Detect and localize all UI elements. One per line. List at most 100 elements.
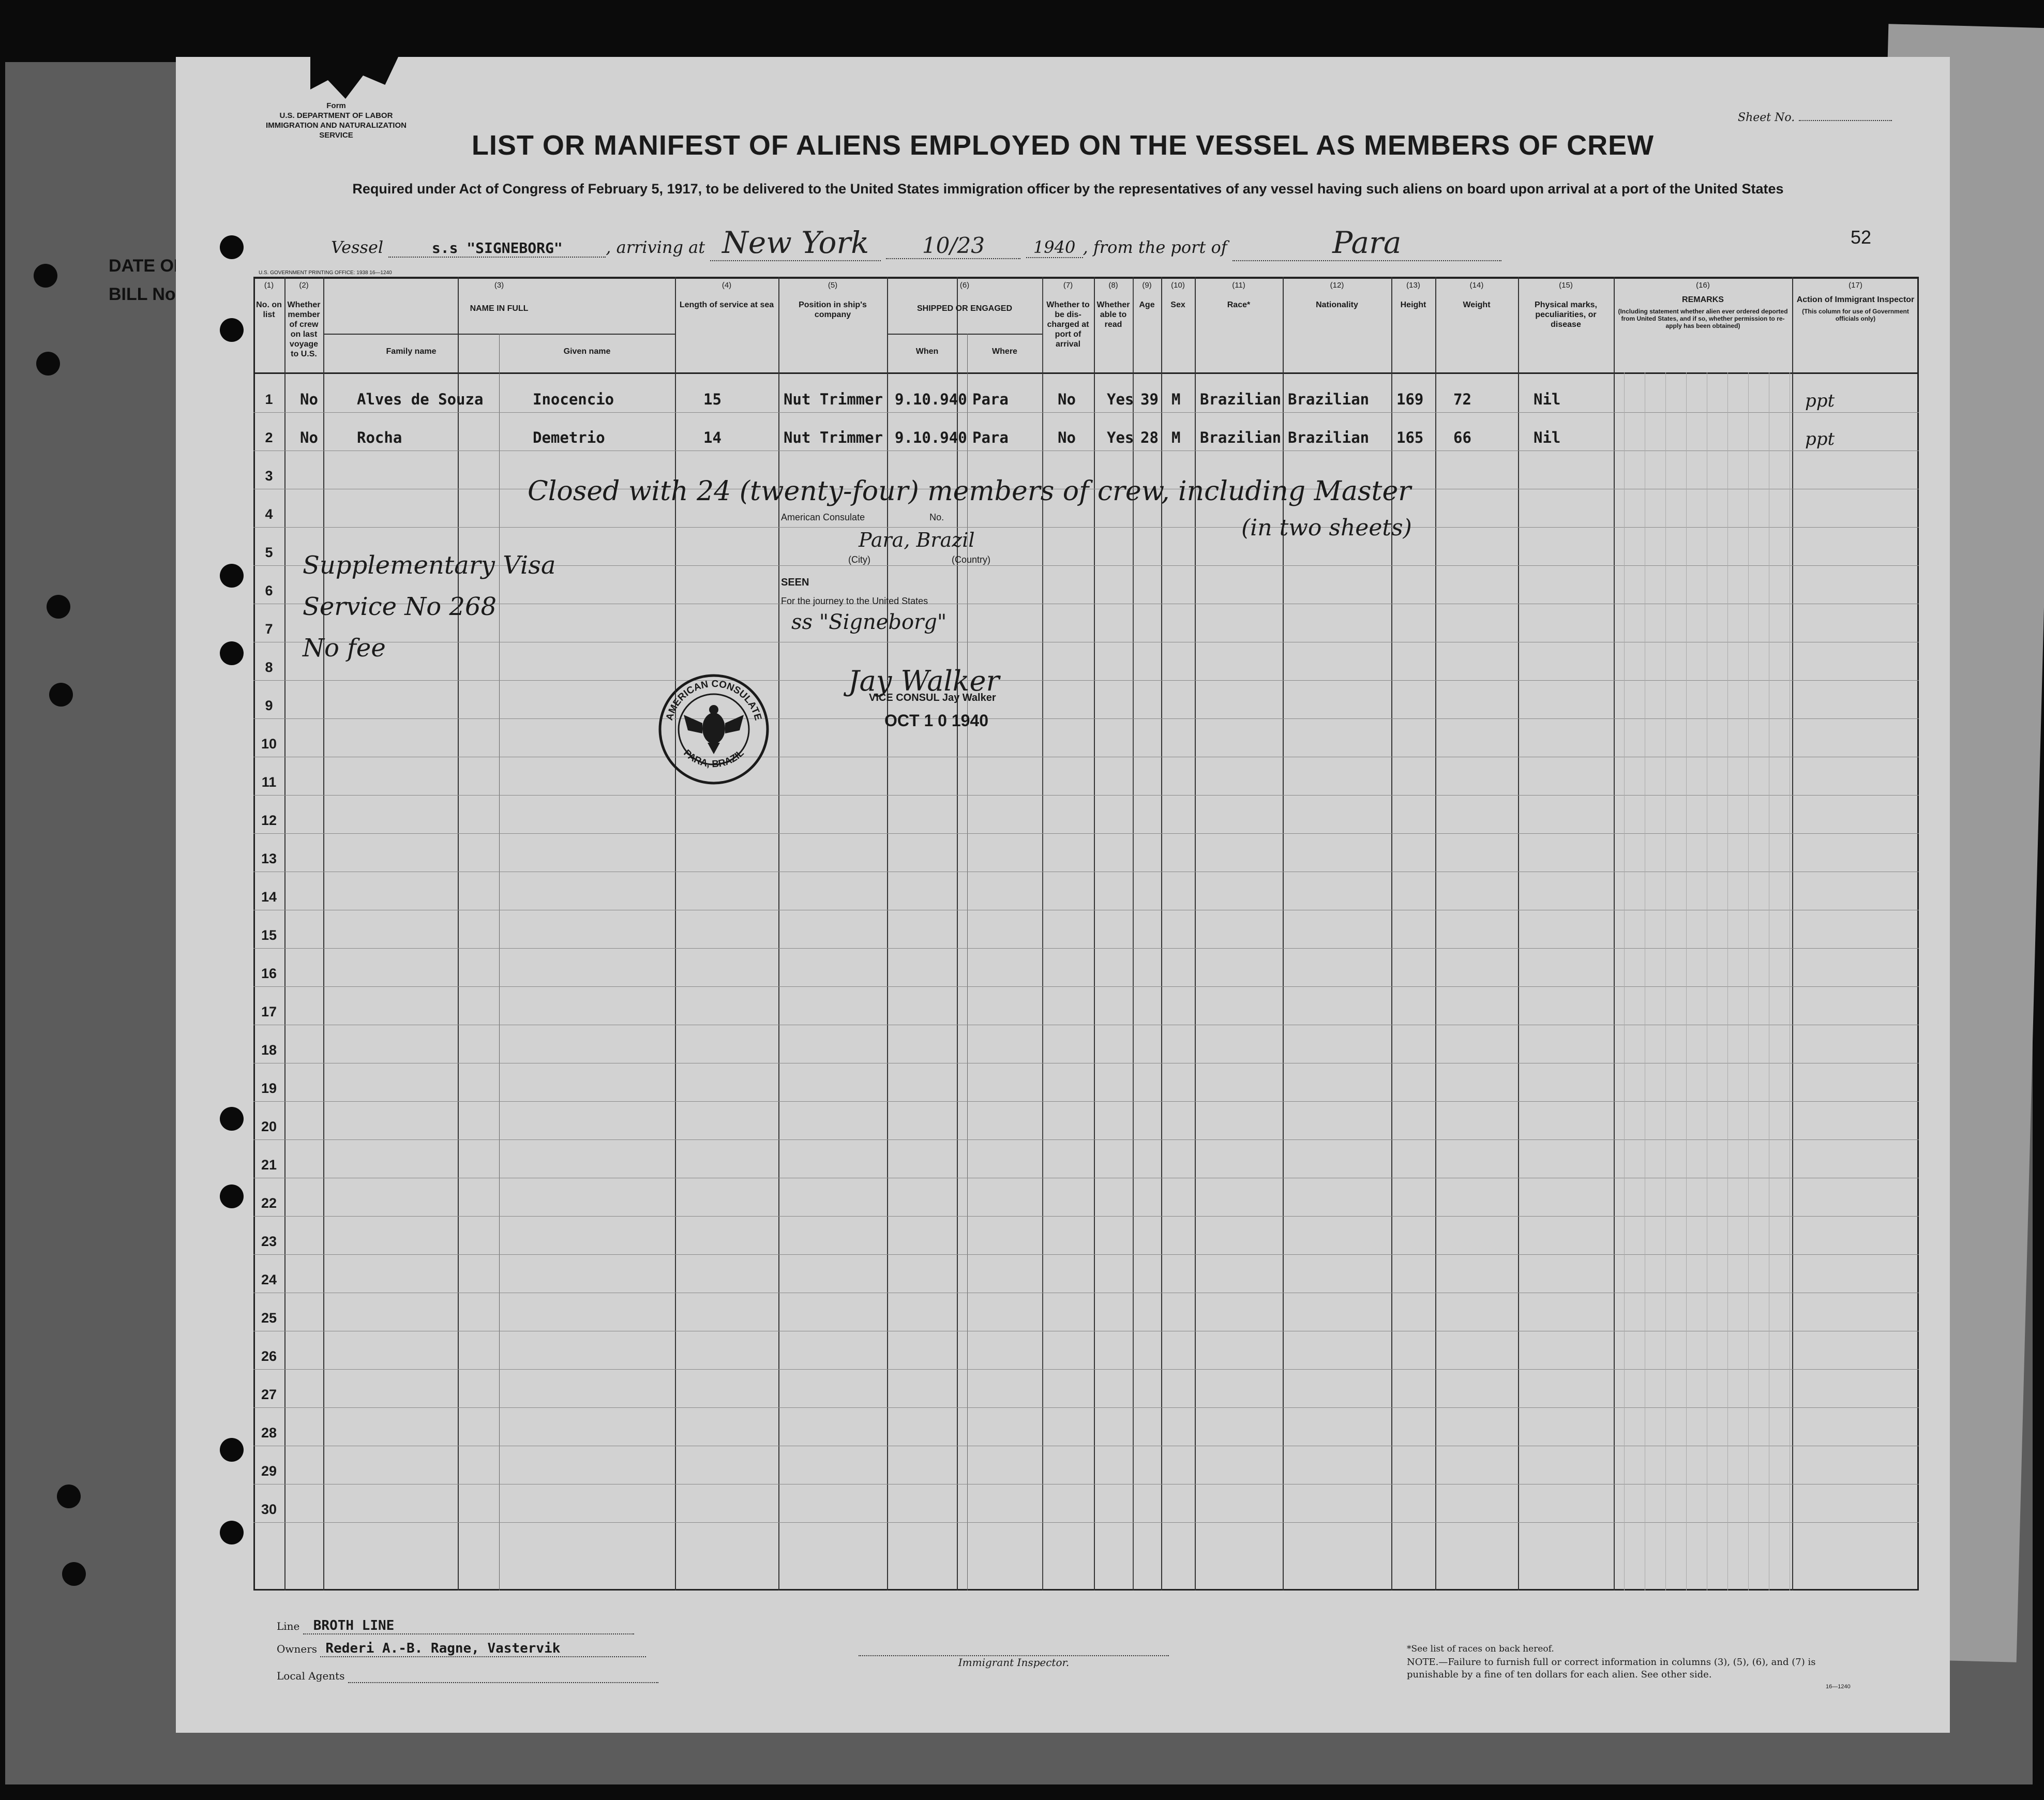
consul-title: VICE CONSUL Jay Walker bbox=[869, 692, 996, 703]
page-number: 52 bbox=[1851, 227, 1872, 248]
cell-given: Demetrio bbox=[533, 429, 605, 446]
crew-table: (1) No. on list (2) Whether member of crew … bbox=[253, 277, 1919, 1591]
page-title: LIST OR MANIFEST OF ALIENS EMPLOYED ON T… bbox=[471, 130, 1655, 161]
cell-marks: Nil bbox=[1534, 391, 1561, 408]
column-header: Whether to be dis-charged at port of arr… bbox=[1046, 301, 1090, 349]
column-number: (12) bbox=[1330, 281, 1344, 290]
consular-stamp-city-label: (City) bbox=[848, 554, 870, 565]
column-number: (14) bbox=[1469, 281, 1484, 290]
cell-discharged: No bbox=[1058, 391, 1076, 408]
cell-service: 15 bbox=[703, 391, 722, 408]
column-header: Physical marks, peculiarities, or diseas… bbox=[1535, 301, 1597, 329]
row-rule bbox=[253, 412, 1919, 413]
row-rule bbox=[253, 1254, 1919, 1255]
cell-family: Rocha bbox=[357, 429, 402, 446]
row-number: 6 bbox=[265, 583, 273, 598]
inspector-signature-line: Immigrant Inspector. bbox=[859, 1655, 1169, 1669]
punch-hole bbox=[220, 235, 244, 259]
table-top-rule bbox=[253, 277, 1919, 279]
column-subheader: When bbox=[915, 347, 939, 356]
cell-height: 165 bbox=[1396, 429, 1424, 446]
row-number: 16 bbox=[261, 966, 277, 981]
column-header: Length of service at sea bbox=[679, 301, 774, 309]
column-rule bbox=[1283, 277, 1284, 1591]
row-rule bbox=[253, 718, 1919, 719]
column-number: (9) bbox=[1142, 281, 1152, 290]
row-number: 24 bbox=[261, 1272, 277, 1287]
row-number: 19 bbox=[261, 1081, 277, 1096]
penalty-note: NOTE.—Failure to furnish full or correct… bbox=[1407, 1657, 1816, 1680]
printing-note: U.S. GOVERNMENT PRINTING OFFICE: 1938 16… bbox=[259, 270, 392, 276]
column-rule bbox=[323, 277, 324, 1591]
row-number: 8 bbox=[265, 659, 273, 675]
column-number: (15) bbox=[1559, 281, 1573, 290]
sheet-number: Sheet No. bbox=[1738, 111, 1892, 124]
column-rule bbox=[887, 277, 888, 1591]
column-rule bbox=[1518, 277, 1519, 1591]
row-rule bbox=[253, 527, 1919, 528]
footer-owners-value: Rederi A.-B. Ragne, Vastervik bbox=[320, 1641, 647, 1657]
column-number: (16) bbox=[1696, 281, 1710, 290]
punch-hole bbox=[220, 1107, 244, 1131]
column-header: Whether member of crew on last voyage to… bbox=[287, 301, 321, 358]
row-number: 27 bbox=[261, 1387, 277, 1402]
visa-note-line3: No fee bbox=[303, 634, 386, 663]
row-number: 14 bbox=[261, 889, 277, 905]
column-rule bbox=[675, 277, 676, 1591]
cell-height: 169 bbox=[1396, 391, 1424, 408]
column-number: (11) bbox=[1232, 281, 1245, 290]
row-number: 9 bbox=[265, 698, 273, 713]
from-port-label: , from the port of bbox=[1083, 237, 1227, 257]
arriving-label: , arriving at bbox=[606, 237, 705, 257]
column-header: No. on list bbox=[256, 301, 282, 319]
vessel-line: Vessel s.s "SIGNEBORG", arriving at New … bbox=[331, 225, 1501, 261]
grid-line bbox=[1748, 372, 1749, 1591]
column-number: (7) bbox=[1063, 281, 1073, 290]
punch-hole bbox=[220, 641, 244, 665]
row-number: 22 bbox=[261, 1195, 277, 1211]
header-bottom-rule bbox=[253, 372, 1919, 374]
closing-note: Closed with 24 (twenty-four) members of … bbox=[528, 476, 1411, 507]
punch-hole bbox=[220, 1184, 244, 1208]
cell-read: Yes bbox=[1107, 429, 1134, 446]
side-stub-date: DATE OF bbox=[109, 256, 185, 276]
column-rule bbox=[778, 277, 779, 1591]
cell-where: Para bbox=[972, 391, 1009, 408]
row-rule bbox=[253, 1522, 1919, 1523]
row-number: 5 bbox=[265, 545, 273, 560]
arrival-year: 1940 bbox=[1026, 237, 1083, 258]
binder-hole bbox=[49, 683, 73, 707]
races-note: *See list of races on back hereof. bbox=[1407, 1644, 1554, 1654]
closing-note-sheets: (in two sheets) bbox=[1241, 515, 1412, 541]
footer-line-label: Line bbox=[277, 1620, 300, 1632]
cell-position: Nut Trimmer bbox=[784, 391, 883, 408]
column-header: NAME IN FULL bbox=[470, 304, 529, 313]
grid-line bbox=[1665, 372, 1666, 1591]
row-number: 3 bbox=[265, 468, 273, 484]
row-number: 4 bbox=[265, 506, 273, 522]
vessel-name: s.s "SIGNEBORG" bbox=[388, 239, 606, 258]
row-number: 18 bbox=[261, 1042, 277, 1058]
cell-race: Brazilian bbox=[1200, 429, 1282, 446]
column-number: (10) bbox=[1171, 281, 1185, 290]
column-header: Nationality bbox=[1316, 301, 1358, 309]
column-rule bbox=[1042, 277, 1043, 1591]
form-label: Form bbox=[326, 101, 346, 110]
cell-age: 39 bbox=[1140, 391, 1159, 408]
footer-owners: Owners Rederi A.-B. Ragne, Vastervik bbox=[277, 1641, 647, 1657]
binder-hole bbox=[34, 264, 57, 288]
table-right-rule bbox=[1917, 277, 1919, 1591]
cell-service: 14 bbox=[703, 429, 722, 446]
column-number: (4) bbox=[722, 281, 732, 290]
binder-hole bbox=[47, 595, 70, 619]
footer-line-value: BROTH LINE bbox=[303, 1618, 634, 1634]
consular-stamp-city: Para, Brazil bbox=[859, 529, 975, 551]
cell-sex: M bbox=[1171, 429, 1181, 446]
column-subheader: Given name bbox=[563, 347, 611, 356]
grid-line bbox=[1624, 372, 1625, 1591]
row-number: 7 bbox=[265, 621, 273, 637]
row-rule bbox=[253, 680, 1919, 681]
vessel-label: Vessel bbox=[331, 237, 384, 257]
cell-nationality: Brazilian bbox=[1288, 429, 1370, 446]
column-header-note: (Including statement whether alien ever … bbox=[1618, 308, 1788, 329]
